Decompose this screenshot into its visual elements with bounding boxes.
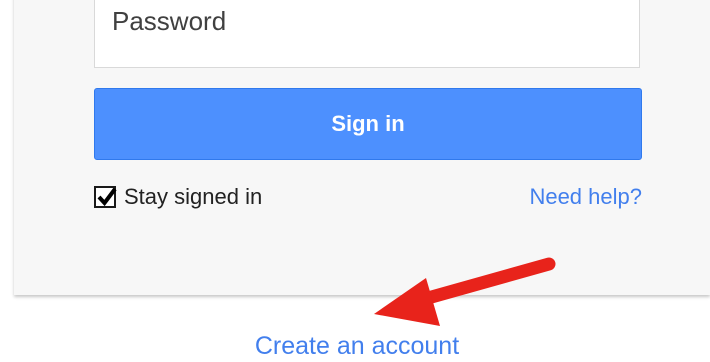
sign-in-button[interactable]: Sign in <box>94 88 642 160</box>
create-account-link[interactable]: Create an account <box>0 330 710 362</box>
stay-signed-in-label: Stay signed in <box>124 184 263 209</box>
need-help-link[interactable]: Need help? <box>529 182 642 212</box>
stay-signed-in-row[interactable]: Stay signed in <box>94 182 262 212</box>
checkmark-icon <box>97 187 117 207</box>
stay-signed-in-checkbox[interactable] <box>94 186 117 208</box>
password-field[interactable]: Password <box>94 0 640 68</box>
